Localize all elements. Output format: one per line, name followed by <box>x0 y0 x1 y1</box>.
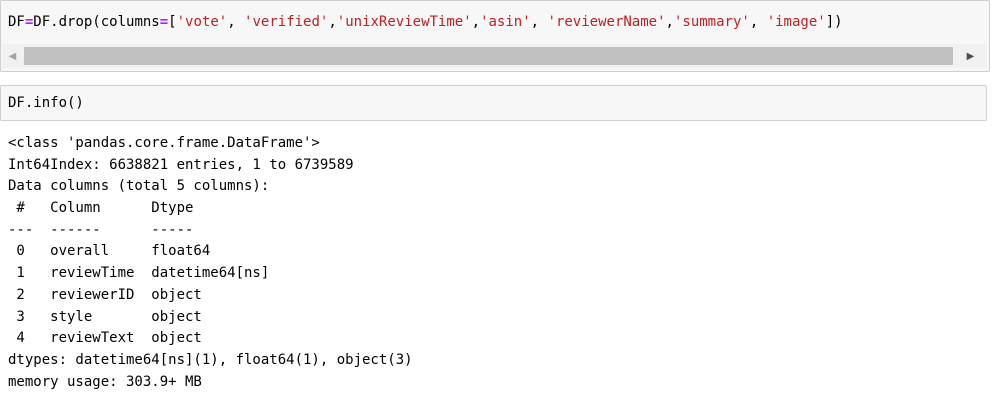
code-cell-drop[interactable]: DF=DF.drop(columns=['vote', 'verified','… <box>0 0 990 72</box>
code-token-str: 'reviewerName' <box>547 14 666 30</box>
code-token-punc: , <box>471 14 481 30</box>
output-line: 4 reviewText object <box>8 330 270 347</box>
output-line: Int64Index: 6638821 entries, 1 to 673958… <box>8 156 354 173</box>
code-token-punc: DF.drop(columns <box>33 14 160 30</box>
output-line: <class 'pandas.core.frame.DataFrame'> <box>8 135 320 151</box>
scroll-right-arrow-icon[interactable]: ▶ <box>962 44 979 68</box>
code-token-str: 'asin' <box>480 14 531 30</box>
code-token-str: 'verified' <box>244 14 329 30</box>
code-token-punc: [ <box>168 14 177 30</box>
output-line: # Column Dtype <box>8 200 270 217</box>
output-line: memory usage: 303.9+ MB <box>8 373 202 390</box>
cell-output: <class 'pandas.core.frame.DataFrame'> Int… <box>8 133 413 393</box>
code-token-str: 'vote' <box>176 14 228 30</box>
code-editor-drop[interactable]: DF=DF.drop(columns=['vote', 'verified','… <box>8 12 843 32</box>
code-token-punc: , <box>530 14 548 30</box>
code-editor-info[interactable]: DF.info() <box>8 93 84 113</box>
code-token-str: 'summary' <box>673 14 750 30</box>
code-token-str: 'unixReviewTime' <box>336 14 472 30</box>
output-line: 3 style object <box>8 308 270 325</box>
scroll-left-arrow-icon[interactable]: ◀ <box>4 44 21 68</box>
code-token-punc: , <box>665 14 674 30</box>
code-token-str: 'image' <box>766 14 826 30</box>
output-line: 1 reviewTime datetime64[ns] <box>8 265 270 282</box>
code-cell-info[interactable]: DF.info() <box>0 85 987 121</box>
output-line: 2 reviewerID object <box>8 286 270 303</box>
output-line: Data columns (total 5 columns): <box>8 178 270 195</box>
output-line: dtypes: datetime64[ns](1), float64(1), o… <box>8 351 413 368</box>
horizontal-scrollbar[interactable]: ◀ ▶ <box>2 44 987 68</box>
code-token-op: = <box>159 14 169 30</box>
output-line: 0 overall float64 <box>8 243 270 260</box>
code-token-punc: , <box>749 14 767 30</box>
code-token-punc: , <box>328 14 337 30</box>
scrollbar-thumb[interactable] <box>24 47 953 65</box>
code-token-punc: , <box>227 14 245 30</box>
code-token-punc: ]) <box>825 14 843 30</box>
output-line: --- ------ ----- <box>8 221 270 238</box>
code-token-punc: DF <box>8 14 25 30</box>
